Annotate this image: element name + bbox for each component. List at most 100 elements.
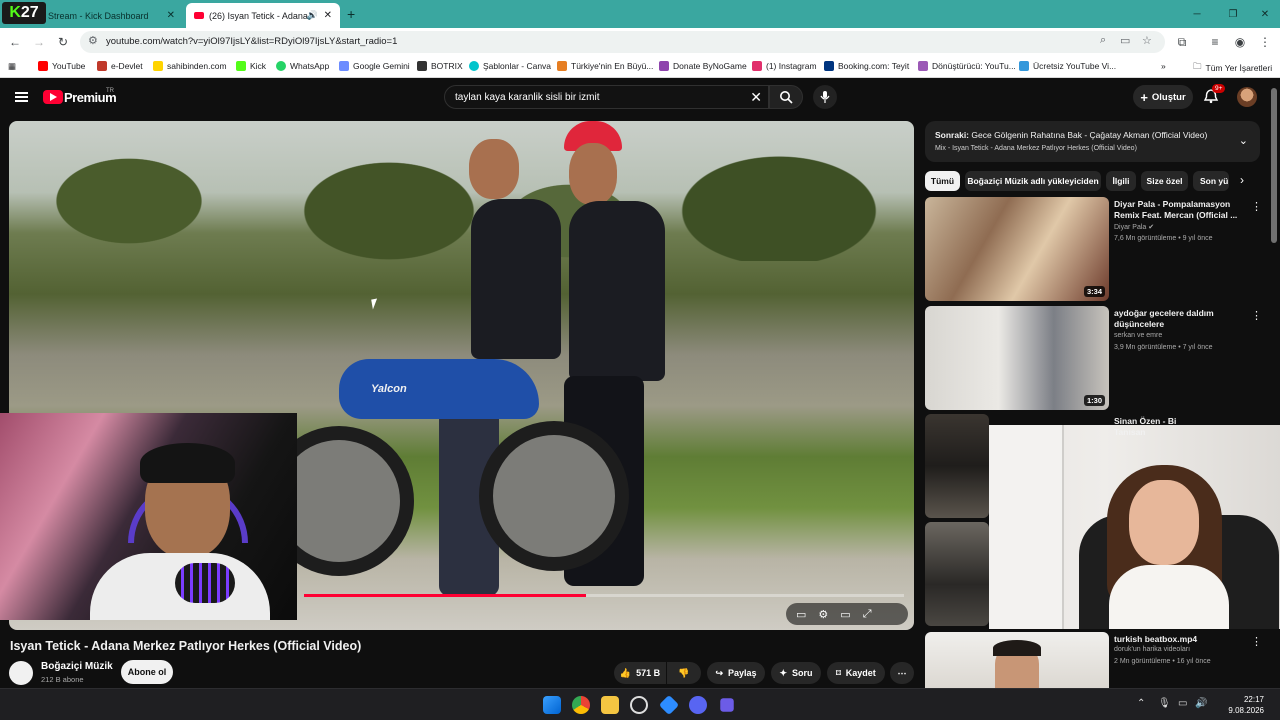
video-thumbnail[interactable]: 3:34 xyxy=(925,197,1109,301)
like-button[interactable]: 👍 571 B xyxy=(614,662,666,684)
create-button[interactable]: + Oluştur xyxy=(1133,85,1193,109)
chip-for-you[interactable]: Size özel xyxy=(1141,171,1188,191)
extensions-icon[interactable]: ⧉ xyxy=(1173,33,1191,51)
save-button[interactable]: ⌑ Kaydet xyxy=(827,662,885,684)
channel-avatar[interactable] xyxy=(9,661,33,685)
tab-kick-dashboard[interactable]: Stream - Kick Dashboard ✕ xyxy=(40,3,183,28)
bookmark-e-devlet[interactable]: e-Devlet xyxy=(97,61,143,71)
menu-icon[interactable]: ⋮ xyxy=(1256,33,1274,51)
ask-button[interactable]: ✦ Soru xyxy=(771,662,821,684)
share-button[interactable]: ↪ Paylaş xyxy=(707,662,765,684)
recommendation-item[interactable]: turkish beatbox.mp4 doruk'un harika vide… xyxy=(925,632,1262,688)
recommendation-item[interactable]: Sinan Özen - Bi Tanısan xyxy=(925,414,1260,518)
voice-search-button[interactable] xyxy=(813,85,837,109)
recommendation-title[interactable]: aydoğar gecelere daldım düşüncelere xyxy=(1114,308,1244,330)
fullscreen-icon[interactable]: ⤢ xyxy=(863,608,872,621)
bookmark-star-icon[interactable]: ☆ xyxy=(1142,34,1152,47)
search-input[interactable]: taylan kaya karanlik sisli bir izmit ✕ xyxy=(444,85,769,109)
all-bookmarks[interactable]: 🗀 Tüm Yer İşaretleri xyxy=(1193,61,1272,75)
bookmark-kick[interactable]: Kick xyxy=(236,61,266,71)
tab-youtube-video[interactable]: (26) Isyan Tetick - Adana M 🔊 ✕ xyxy=(186,3,340,28)
reload-icon[interactable]: ↻ xyxy=(54,33,72,51)
more-actions-icon[interactable]: ⋯ xyxy=(890,662,914,684)
theater-mode-icon[interactable]: ▭ xyxy=(840,608,850,621)
discord-icon[interactable] xyxy=(689,696,707,714)
forward-icon[interactable]: → xyxy=(30,33,48,51)
youtube-logo-icon[interactable] xyxy=(43,90,63,104)
app-icon[interactable] xyxy=(720,698,734,712)
video-progress-bar[interactable] xyxy=(304,594,904,597)
video-thumbnail[interactable] xyxy=(925,414,989,518)
file-explorer-icon[interactable] xyxy=(601,696,619,714)
bookmark-booking[interactable]: Booking.com: Teyit xyxy=(824,61,909,71)
profile-icon[interactable]: ◉ xyxy=(1231,33,1249,51)
system-clock[interactable]: 22:17 9.08.2026 xyxy=(1214,694,1264,716)
channel-name[interactable]: Boğaziçi Müzik xyxy=(41,661,113,672)
bookmark-youtube-video[interactable]: Ücretsiz YouTube Vi... xyxy=(1019,61,1116,71)
bookmark-gemini[interactable]: Google Gemini xyxy=(339,61,410,71)
bookmark-instagram[interactable]: (1) Instagram xyxy=(752,61,817,71)
recommendation-title[interactable]: Sinan Özen - Bi Tanısan xyxy=(1114,416,1194,438)
media-icon[interactable]: ≡ xyxy=(1206,33,1224,51)
up-next-panel[interactable]: Sonraki: Gece Gölgenin Rahatına Bak - Ça… xyxy=(925,121,1260,162)
zoom-icon[interactable]: ⌕ xyxy=(1100,34,1106,47)
site-info-icon[interactable]: ⚙ xyxy=(88,34,98,47)
recommendation-item[interactable]: 3:34 Diyar Pala - Pompalamasyon Remix Fe… xyxy=(925,197,1262,301)
dislike-button[interactable]: 👎 xyxy=(667,662,701,684)
bookmark-turkiye[interactable]: Türkiye'nin En Büyü... xyxy=(557,61,653,71)
page-scrollbar[interactable] xyxy=(1271,88,1277,243)
apps-icon[interactable]: ▦ xyxy=(8,61,16,72)
new-tab-icon[interactable]: + xyxy=(347,6,355,22)
obs-icon[interactable] xyxy=(630,696,648,714)
tray-microphone-icon[interactable]: 🎙 xyxy=(1158,698,1171,709)
bookmark-sahibinden[interactable]: sahibinden.com xyxy=(153,61,227,71)
hamburger-menu-icon[interactable] xyxy=(15,92,28,102)
chevron-right-icon[interactable]: › xyxy=(1240,173,1244,187)
recommendation-title[interactable]: Diyar Pala - Pompalamasyon Remix Feat. M… xyxy=(1114,199,1244,221)
chip-uploader[interactable]: Boğaziçi Müzik adlı yükleyiciden xyxy=(965,171,1101,191)
settings-gear-icon[interactable]: ⚙ xyxy=(818,608,828,621)
recommendation-title[interactable]: turkish beatbox.mp4 xyxy=(1114,634,1244,645)
youtube-icon xyxy=(38,61,48,71)
recommendation-item[interactable]: 1:30 aydoğar gecelere daldım düşüncelere… xyxy=(925,306,1262,410)
restore-icon[interactable]: ❐ xyxy=(1216,0,1250,28)
recommendation-item[interactable] xyxy=(925,522,1260,626)
more-bookmarks-icon[interactable]: » xyxy=(1161,61,1166,71)
more-options-icon[interactable]: ⋮ xyxy=(1251,309,1262,322)
bookmark-canva[interactable]: Şablonlar - Canva xyxy=(469,61,551,71)
search-button[interactable] xyxy=(769,85,803,109)
close-icon[interactable]: ✕ xyxy=(167,10,175,21)
cast-icon[interactable]: ▭ xyxy=(1120,34,1130,47)
app-icon[interactable] xyxy=(658,694,680,716)
bookmark-botrix[interactable]: BOTRIX xyxy=(417,61,463,71)
window-close-icon[interactable]: ✕ xyxy=(1248,0,1280,28)
chrome-icon[interactable] xyxy=(572,696,590,714)
up-next-title: Sonraki: Gece Gölgenin Rahatına Bak - Ça… xyxy=(935,130,1208,140)
chevron-down-icon[interactable]: ⌄ xyxy=(1239,134,1248,147)
bookmark-bynogame[interactable]: Donate ByNoGame xyxy=(659,61,747,71)
tray-chevron-up-icon[interactable]: ⌃ xyxy=(1137,698,1145,709)
clear-search-icon[interactable]: ✕ xyxy=(750,89,762,106)
chip-recent[interactable]: Son yü xyxy=(1193,171,1229,191)
minimize-icon[interactable]: ─ xyxy=(1180,0,1214,28)
speaker-icon[interactable]: 🔊 xyxy=(307,10,318,21)
video-thumbnail[interactable]: 1:30 xyxy=(925,306,1109,410)
more-options-icon[interactable]: ⋮ xyxy=(1251,200,1262,213)
close-icon[interactable]: ✕ xyxy=(324,10,332,21)
tray-network-icon[interactable]: ▭ xyxy=(1178,698,1187,709)
back-icon[interactable]: ← xyxy=(6,33,24,51)
tray-volume-icon[interactable]: 🔊 xyxy=(1195,698,1207,709)
bookmark-converter[interactable]: Dönüştürücü: YouTu... xyxy=(918,61,1016,71)
subscribe-button[interactable]: Abone ol xyxy=(121,660,173,684)
chip-related[interactable]: İlgili xyxy=(1106,171,1136,191)
video-thumbnail[interactable] xyxy=(925,632,1109,688)
windows-start-icon[interactable] xyxy=(543,696,561,714)
bookmark-whatsapp[interactable]: WhatsApp xyxy=(276,61,329,71)
video-thumbnail[interactable] xyxy=(925,522,989,626)
subtitles-icon[interactable]: ▭ xyxy=(796,608,806,621)
more-options-icon[interactable]: ⋮ xyxy=(1251,635,1262,648)
bookmark-youtube[interactable]: YouTube xyxy=(38,61,85,71)
account-avatar[interactable] xyxy=(1237,87,1257,107)
chip-all[interactable]: Tümü xyxy=(925,171,960,191)
address-bar[interactable]: ⚙ youtube.com/watch?v=yiOl97IjsLY&list=R… xyxy=(80,31,1165,53)
